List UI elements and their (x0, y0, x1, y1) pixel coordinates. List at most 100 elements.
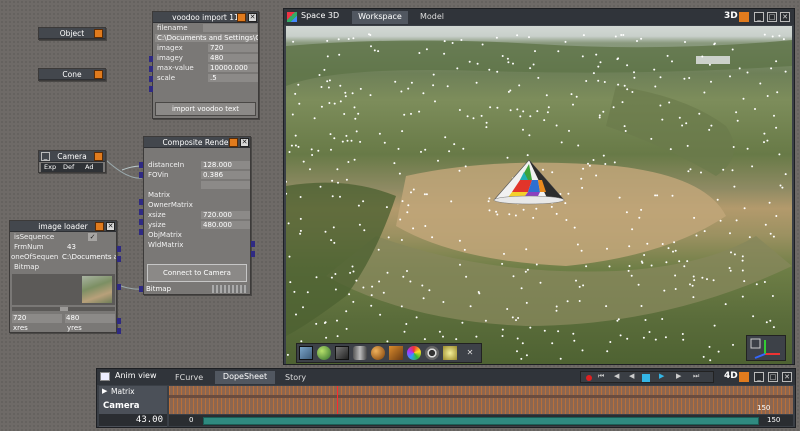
voodoo-input-pin-3[interactable] (149, 76, 153, 82)
matrix-track-arrow-icon[interactable]: ▶ (102, 387, 107, 395)
composite-input-pin-3[interactable] (139, 199, 143, 205)
light-tool-icon[interactable] (443, 346, 457, 360)
camera-tab-def[interactable]: Def (63, 163, 74, 172)
view-mode-orange-icon[interactable] (739, 12, 749, 22)
step-forward-icon[interactable]: ▶ (676, 372, 681, 380)
anim-maximize-icon[interactable]: □ (768, 372, 778, 382)
composite-input-pin-2[interactable] (139, 172, 143, 178)
image-loader-output-pin-2[interactable] (117, 256, 121, 262)
tab-dopesheet[interactable]: DopeSheet (215, 371, 275, 384)
cone-node-toggle[interactable] (94, 70, 103, 79)
pause-icon[interactable] (642, 374, 650, 382)
is-sequence-checkbox[interactable]: ✓ (88, 233, 97, 241)
forward-end-icon[interactable]: ⏭ (693, 372, 699, 381)
voodoo-input-pin-4[interactable] (149, 86, 153, 92)
composite-render-node[interactable]: Composite Render ✕ distanceIn 128.000 FOV… (143, 136, 251, 295)
frmnum-field[interactable]: 43 (65, 243, 115, 251)
composite-input-pin-1[interactable] (139, 162, 143, 168)
composite-output-pin-2[interactable] (251, 251, 255, 257)
image-loader-toggle[interactable] (95, 222, 104, 231)
tab-story[interactable]: Story (285, 373, 306, 382)
camera-minimize-button[interactable]: _ (41, 152, 50, 161)
anim-minimize-icon[interactable]: _ (754, 372, 764, 382)
close-icon[interactable]: ✕ (780, 12, 790, 22)
camera-node-toggle[interactable] (94, 152, 103, 161)
xres-value[interactable]: 720 (12, 314, 62, 323)
image-loader-output-pin-1[interactable] (117, 246, 121, 252)
xres-label: xres (13, 324, 28, 332)
step-back-icon[interactable]: ◀ (614, 372, 619, 380)
composite-input-pin-7[interactable] (139, 286, 143, 292)
composite-output-pin-1[interactable] (251, 241, 255, 247)
image-loader-output-pin-4[interactable] (117, 318, 121, 324)
camera-tool-icon[interactable] (425, 346, 439, 360)
cone-node[interactable]: Cone (38, 68, 106, 81)
object-node-toggle[interactable] (94, 29, 103, 38)
imagex-field[interactable]: 720 (208, 44, 258, 52)
sphere-tool-icon[interactable] (317, 346, 331, 360)
anim-view-window[interactable]: Anim view FCurve DopeSheet Story ⏮ ◀ ◀ ▶… (96, 368, 796, 428)
brush-tool-icon[interactable] (389, 346, 403, 360)
voodoo-node-toggle[interactable] (237, 13, 246, 22)
box-tool-icon[interactable] (335, 346, 349, 360)
distance-field[interactable]: 128.000 (201, 161, 250, 169)
sequence-path-field[interactable]: C:\Documents an (60, 253, 116, 261)
tab-fcurve[interactable]: FCurve (175, 373, 203, 382)
connect-camera-button[interactable]: Connect to Camera (147, 264, 247, 282)
voodoo-close-button[interactable]: ✕ (248, 13, 257, 22)
material-tool-icon[interactable] (371, 346, 385, 360)
tab-workspace[interactable]: Workspace (352, 11, 408, 24)
fov-field[interactable]: 0.386 (201, 171, 250, 179)
ysize-field[interactable]: 480.000 (201, 221, 250, 229)
cube-tool-icon[interactable] (299, 346, 313, 360)
range-slider[interactable] (203, 417, 759, 425)
yres-value[interactable]: 480 (65, 314, 115, 323)
object-node[interactable]: Object (38, 27, 106, 40)
voodoo-import-node[interactable]: voodoo import 11 ✕ filename C:\Documents… (152, 11, 259, 119)
maximize-icon[interactable]: □ (767, 12, 777, 22)
cylinder-tool-icon[interactable] (353, 346, 367, 360)
camera-tab-ad[interactable]: Ad (85, 163, 93, 172)
rewind-start-icon[interactable]: ⏮ (598, 372, 604, 381)
play-icon[interactable]: ▶ (659, 372, 664, 380)
tracking-point (578, 285, 581, 288)
voodoo-input-pin-2[interactable] (149, 66, 153, 72)
frame-counter[interactable]: 43.00 (99, 414, 167, 426)
minimize-icon[interactable]: _ (754, 12, 764, 22)
import-voodoo-button[interactable]: import voodoo text (155, 102, 256, 116)
camera-tab-exp[interactable]: Exp (44, 163, 56, 172)
image-loader-output-pin-5[interactable] (117, 328, 121, 334)
image-loader-close-button[interactable]: ✕ (106, 222, 115, 231)
camera-track-label[interactable]: Camera (103, 401, 140, 411)
anim-close-icon[interactable]: ✕ (782, 372, 792, 382)
scale-field[interactable]: .5 (208, 74, 258, 82)
blank-field[interactable] (201, 181, 250, 189)
tab-model[interactable]: Model (412, 11, 452, 24)
maxvalue-field[interactable]: 10000.000 (208, 64, 258, 72)
preview-slider[interactable] (12, 307, 115, 311)
voodoo-input-pin-1[interactable] (149, 56, 153, 62)
play-back-icon[interactable]: ◀ (629, 372, 634, 380)
viewport-scene[interactable] (286, 26, 792, 364)
record-icon[interactable] (586, 375, 592, 381)
image-loader-node[interactable]: image loader ✕ isSequence ✓ FrmNum 43 oneO… (9, 220, 117, 333)
composite-node-toggle[interactable] (229, 138, 238, 147)
image-loader-output-pin-3[interactable] (117, 284, 121, 290)
composite-input-pin-6[interactable] (139, 229, 143, 235)
composite-close-button[interactable]: ✕ (240, 138, 249, 147)
composite-input-pin-5[interactable] (139, 219, 143, 225)
xsize-field[interactable]: 720.000 (201, 211, 250, 219)
filename-field[interactable] (203, 24, 257, 32)
palette-tool-icon[interactable] (407, 346, 421, 360)
space3d-window[interactable]: Space 3D Workspace Model 3D _ □ ✕ ✕ (283, 8, 795, 365)
composite-input-pin-4[interactable] (139, 209, 143, 215)
anim-mode-label[interactable]: 4D (724, 371, 738, 381)
view-mode-label[interactable]: 3D (724, 11, 738, 21)
dopesheet-area[interactable]: 150 (169, 386, 793, 414)
matrix-track-label[interactable]: Matrix (111, 387, 135, 396)
camera-node[interactable]: Camera _ Exp Def Ad (38, 150, 106, 173)
path-field[interactable]: C:\Documents and Settings\Cli (155, 34, 258, 42)
toolbar-close-icon[interactable]: ✕ (465, 348, 475, 358)
anim-mode-orange-icon[interactable] (739, 372, 749, 382)
imagey-field[interactable]: 480 (208, 54, 258, 62)
